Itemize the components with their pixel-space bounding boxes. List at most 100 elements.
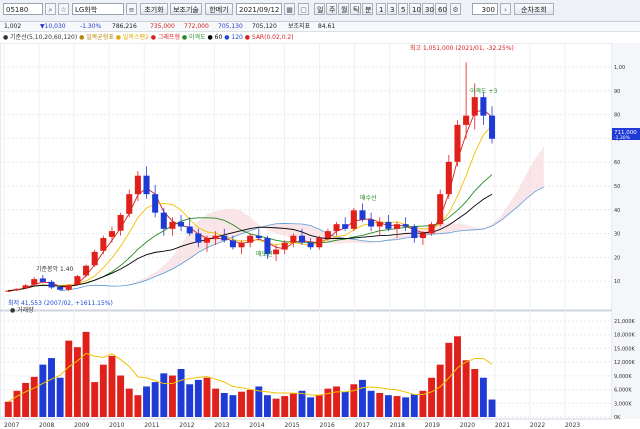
volume-bar	[393, 396, 401, 417]
period-month[interactable]: 월	[338, 3, 349, 15]
minute-60[interactable]: 60	[435, 3, 447, 15]
indicator-button[interactable]: 보조기술	[170, 3, 202, 15]
price-tick-label: 20	[614, 255, 620, 261]
legend-disparity[interactable]: ● 이격도	[182, 34, 206, 41]
candle-body	[83, 265, 90, 276]
annotation-base: 기준봉악 1.40	[36, 265, 74, 273]
x-tick-labels: 2007 2008 2009 2010 2011 2012 2013 2014 2015 2016…	[4, 422, 580, 429]
minute-1[interactable]: 1	[376, 3, 386, 15]
volume-bar	[99, 364, 107, 417]
candle-body	[126, 194, 133, 214]
reset-button[interactable]: 초기화	[140, 3, 168, 15]
candle-body	[307, 242, 314, 248]
minute-3[interactable]: 3	[387, 3, 397, 15]
legend-ma60[interactable]: ● 60	[208, 34, 223, 41]
calendar-icon[interactable]: ▦	[284, 3, 295, 15]
legend-graph[interactable]: ● 그래프형	[151, 34, 180, 41]
minute-5[interactable]: 5	[398, 3, 408, 15]
volume-bar	[73, 347, 81, 417]
candle-body	[143, 175, 150, 195]
x-tick-label: 2007	[4, 422, 19, 429]
stock-name-field: LG화학	[72, 3, 124, 15]
candle-body	[480, 97, 487, 116]
minute-10[interactable]: 10	[409, 3, 421, 15]
candle-body	[195, 233, 202, 243]
candle-body	[100, 238, 107, 251]
info-change-rate: -1.30%	[80, 23, 102, 30]
search-icon[interactable]: ⌕	[45, 3, 56, 15]
chevron-right-icon[interactable]: ›	[500, 3, 511, 15]
volume-bar	[91, 382, 99, 417]
x-tick-label: 2021	[495, 422, 510, 429]
candle-body	[454, 124, 461, 162]
price-pane[interactable]	[0, 43, 613, 311]
volume-tick-label: 12,000K	[614, 360, 635, 366]
stock-chart[interactable]: 1,00908070605040302010 21,000K18,000K15,…	[0, 43, 640, 429]
legend-ma120[interactable]: ● 120	[224, 34, 243, 41]
price-tick-label: 30	[614, 232, 620, 238]
period-tick[interactable]: 틱	[350, 3, 361, 15]
period-week[interactable]: 주	[326, 3, 337, 15]
candle-body	[411, 226, 418, 239]
x-tick-label: 2019	[425, 422, 440, 429]
info-indicator-label: 보조지표	[288, 23, 311, 30]
price-tick-label: 10	[614, 279, 620, 285]
volume-bar	[160, 373, 168, 417]
period-day[interactable]: 일	[314, 3, 325, 15]
overlay-button[interactable]: 한메기	[205, 3, 233, 15]
volume-bar	[117, 375, 125, 417]
volume-bar	[30, 376, 38, 417]
volume-bar	[4, 401, 12, 417]
x-tick-label: 2014	[249, 422, 264, 429]
volume-bar	[298, 390, 306, 417]
bar-count-input[interactable]: 300	[472, 3, 498, 15]
candle-body	[290, 235, 297, 243]
stock-code-input[interactable]: 05180	[3, 3, 43, 15]
volume-bar	[289, 393, 297, 417]
date-input[interactable]: 2021/09/12	[236, 3, 282, 15]
window-icon[interactable]: ▢	[298, 3, 309, 15]
x-tick-label: 2008	[39, 422, 54, 429]
volume-bar	[56, 377, 64, 417]
legend-ichimoku[interactable]: ● 일목균형표	[79, 34, 114, 41]
legend-ma[interactable]: ● 기준선(5,10,20,60,120)	[3, 34, 77, 41]
volume-bar	[22, 382, 30, 417]
candle-body	[298, 235, 306, 243]
candle-body	[74, 276, 81, 285]
candle-body	[247, 235, 254, 243]
legend-span2[interactable]: ● 일목스팬2	[116, 34, 149, 41]
volume-legend: ● 거래량	[10, 306, 34, 314]
x-tick-label: 2015	[284, 422, 299, 429]
volume-bar	[307, 397, 315, 417]
candle-body	[48, 281, 55, 288]
candle-body	[359, 210, 366, 220]
volume-bar	[359, 379, 366, 417]
volume-bar	[65, 340, 73, 417]
price-tick-label: 60	[614, 160, 620, 166]
volume-bar	[402, 397, 410, 417]
settings-icon[interactable]: ⚙	[450, 3, 461, 15]
candle-body	[91, 251, 98, 266]
volume-tick-label: 21,000K	[614, 319, 635, 325]
price-tick-label: 90	[614, 89, 620, 95]
minute-30[interactable]: 30	[422, 3, 434, 15]
volume-bar	[212, 388, 220, 417]
sequential-query-button[interactable]: 순차조회	[514, 3, 554, 15]
volume-bar	[263, 395, 271, 417]
volume-bar	[39, 364, 47, 417]
star-icon[interactable]: ☆	[58, 3, 69, 15]
info-period: 1,002	[4, 23, 22, 30]
x-tick-label: 2010	[109, 422, 124, 429]
candle-body	[22, 285, 29, 289]
volume-tick-label: 0K	[614, 415, 621, 421]
info-high: 772,000	[184, 23, 209, 30]
info-close: 705,120	[252, 23, 277, 30]
x-tick-label: 2020	[460, 422, 475, 429]
price-tick-label: 80	[614, 113, 620, 119]
period-minute[interactable]: 분	[362, 3, 373, 15]
x-tick-label: 2016	[320, 422, 335, 429]
menu-icon[interactable]: ≡	[126, 3, 137, 15]
x-tick-label: 2018	[390, 422, 405, 429]
legend-sar[interactable]: ● SAR(0.02,0.2)	[245, 34, 294, 41]
volume-bar	[82, 331, 90, 417]
